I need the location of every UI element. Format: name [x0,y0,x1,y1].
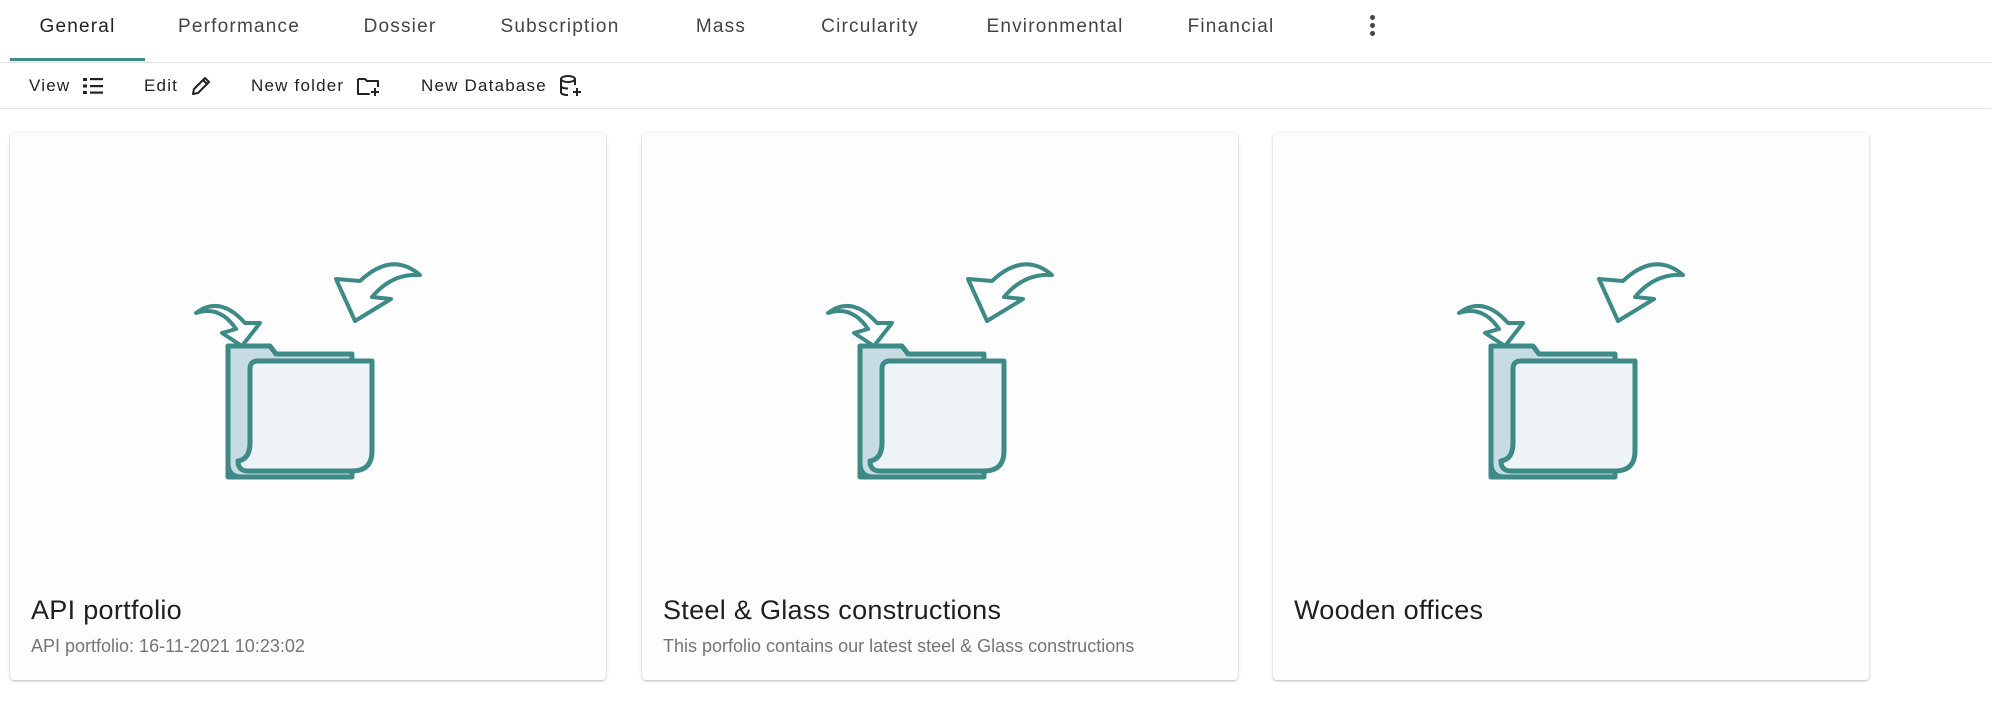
new-folder-button[interactable]: New folder [251,63,382,108]
folder-illustration-icon [642,133,1238,593]
toolbar: View Edit New folder New Database [0,63,1991,109]
card-title: Steel & Glass constructions [663,595,1002,625]
pencil-icon [192,76,211,95]
portfolio-card[interactable]: Steel & Glass constructions This porfoli… [642,133,1238,680]
tab-mass[interactable]: Mass [680,0,762,60]
folder-illustration-icon [1273,133,1869,593]
portfolio-card[interactable]: API portfolio API portfolio: 16-11-2021 … [10,133,606,680]
new-folder-label: New folder [251,75,345,95]
card-subtitle: API portfolio: 16-11-2021 10:23:02 [31,636,305,656]
tab-performance[interactable]: Performance [160,0,318,60]
tab-bar: General Performance Dossier Subscription… [0,0,1991,63]
tab-environmental[interactable]: Environmental [972,0,1138,60]
new-database-button[interactable]: New Database [421,63,583,108]
tab-subscription[interactable]: Subscription [485,0,635,60]
folder-plus-icon [357,77,380,96]
card-title: Wooden offices [1294,595,1484,625]
tab-financial[interactable]: Financial [1175,0,1287,60]
portfolio-card[interactable]: Wooden offices [1273,133,1869,680]
folder-illustration-icon [10,133,606,593]
tab-circularity[interactable]: Circularity [805,0,935,60]
tab-dossier[interactable]: Dossier [350,0,450,60]
database-plus-icon [559,74,581,96]
more-vertical-icon[interactable] [1362,12,1382,40]
card-title: API portfolio [31,595,182,625]
edit-label: Edit [144,75,179,95]
view-button[interactable]: View [29,63,104,108]
edit-button[interactable]: Edit [144,63,212,108]
view-label: View [29,75,71,95]
new-database-label: New Database [421,75,547,95]
list-icon [83,77,104,94]
tab-general[interactable]: General [10,0,145,61]
card-subtitle: This porfolio contains our latest steel … [663,636,1135,656]
